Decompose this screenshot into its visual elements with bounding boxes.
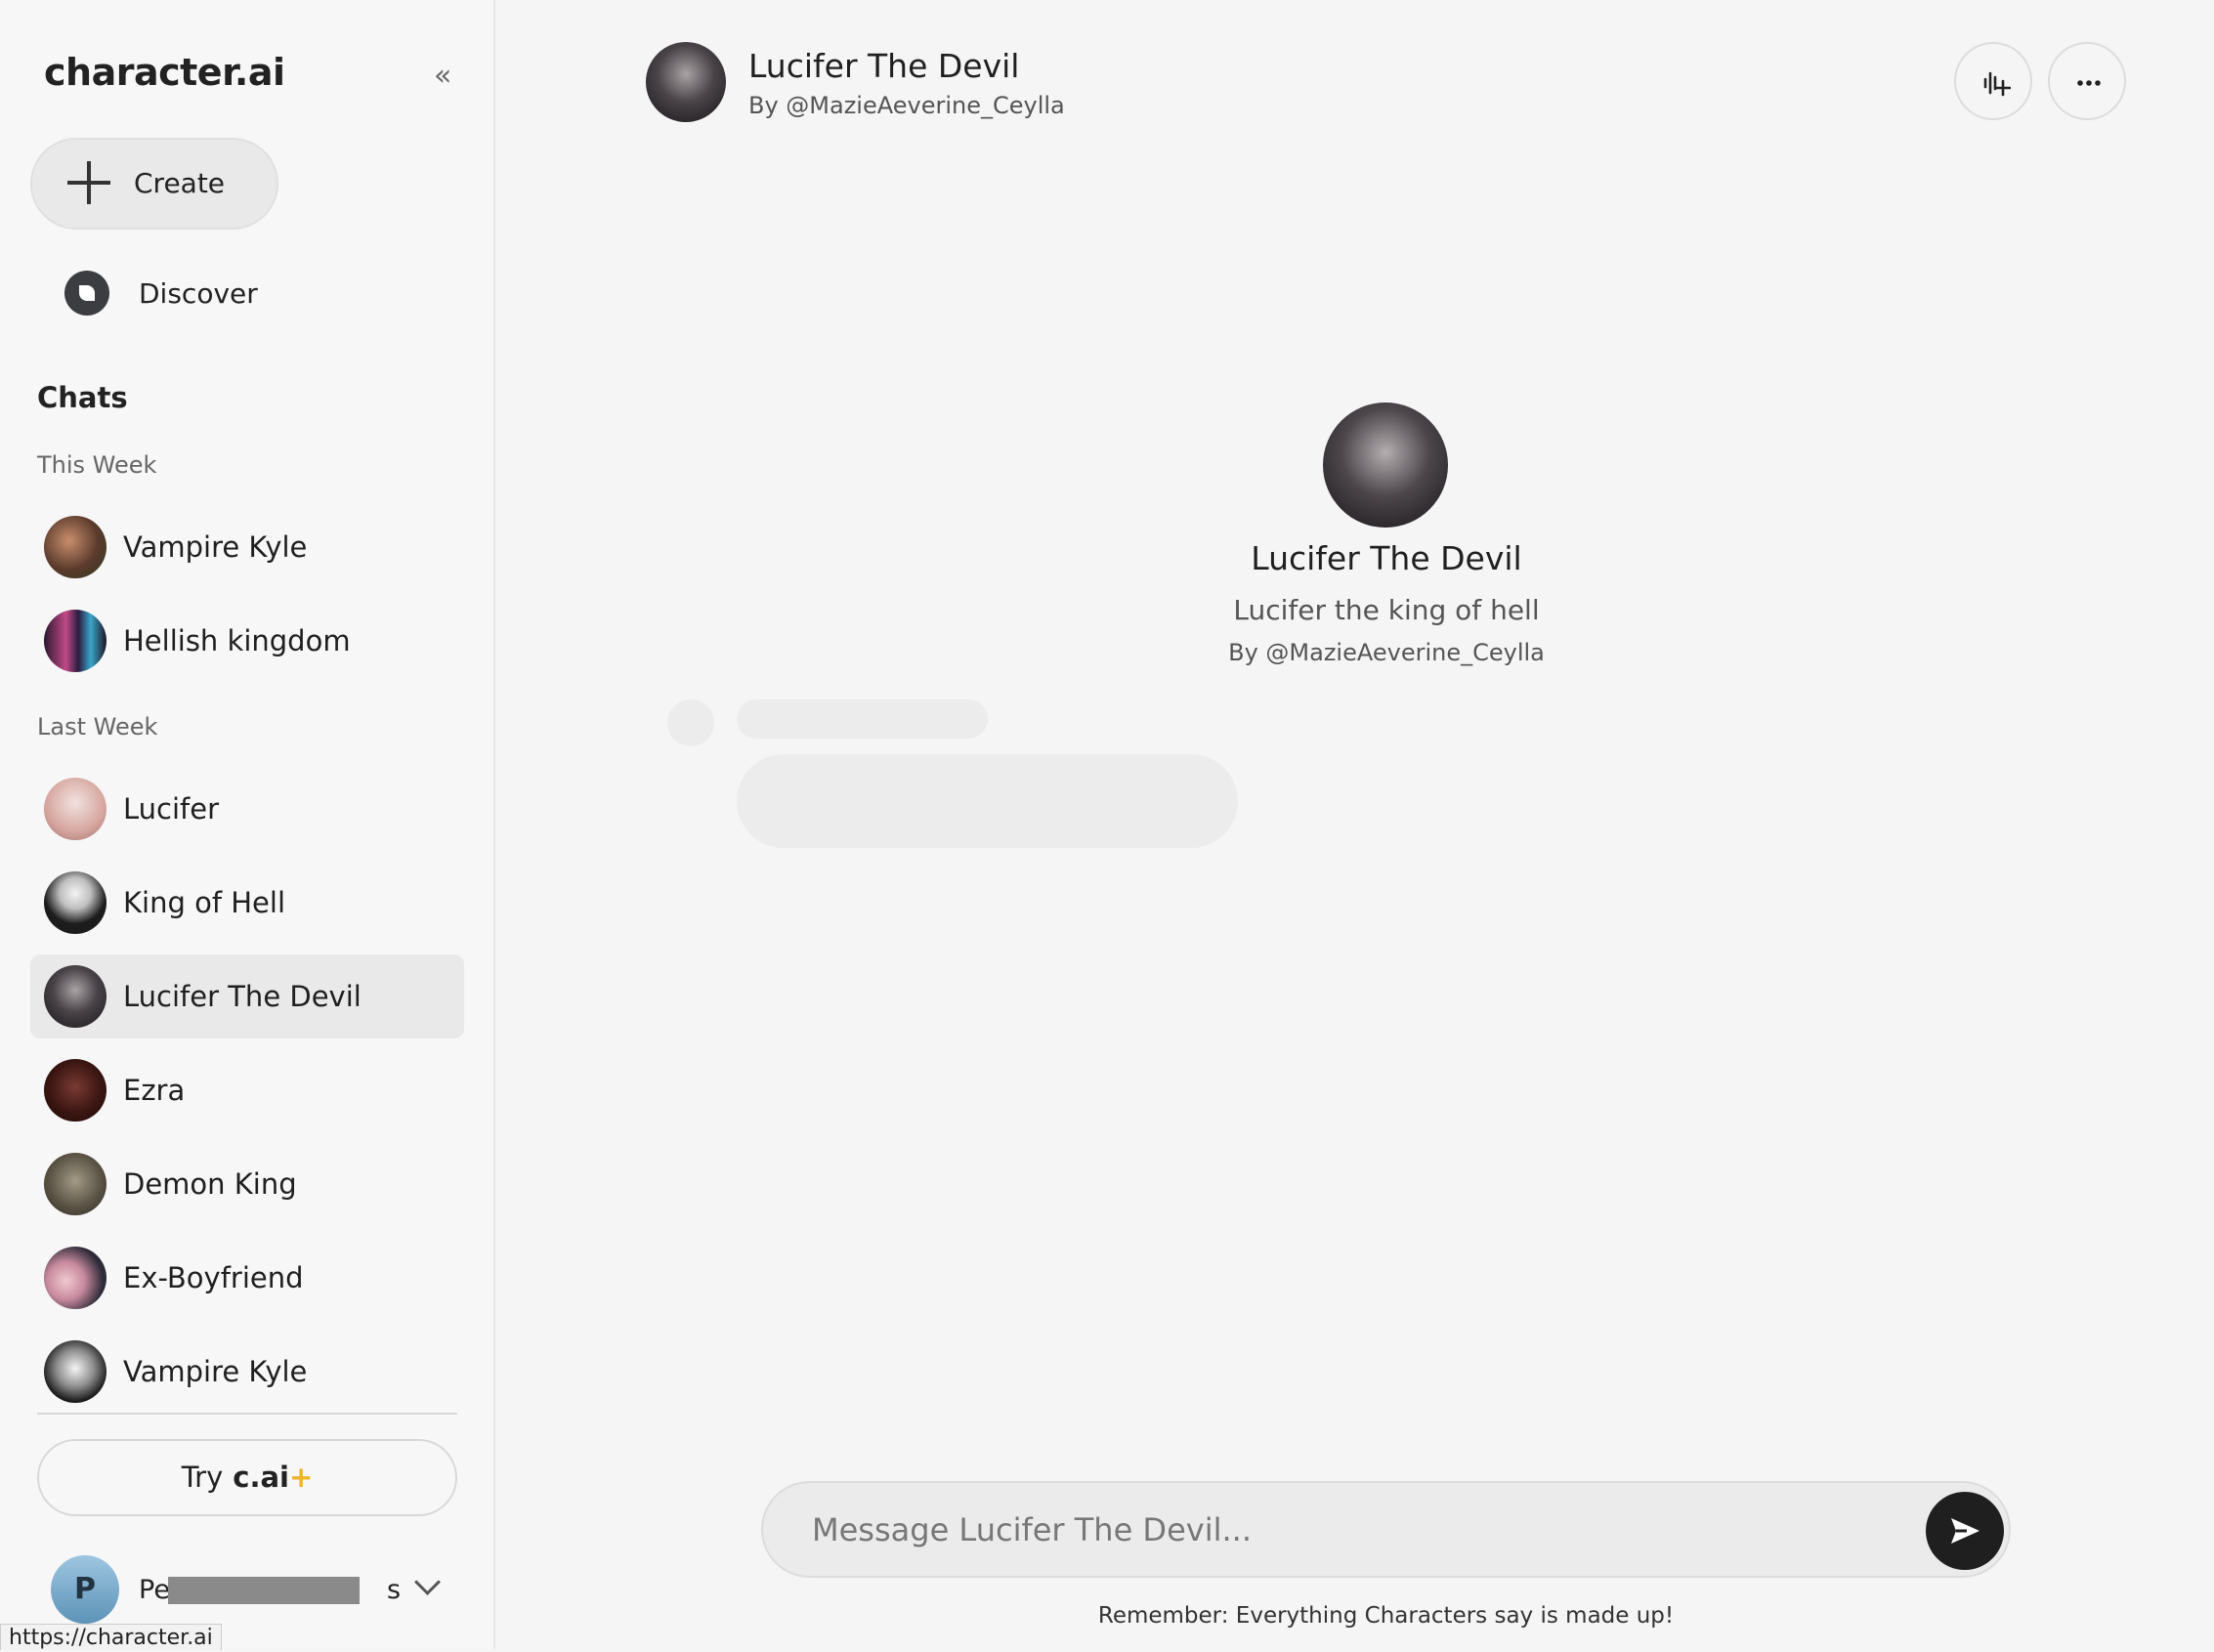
character-name: Lucifer The Devil (748, 47, 1020, 85)
create-button[interactable]: Create (30, 138, 278, 230)
discover-link[interactable]: Discover (64, 270, 436, 318)
avatar (44, 1059, 106, 1122)
profile-tagline: Lucifer the king of hell (1233, 594, 1540, 626)
plus-spark-icon: + (288, 1461, 314, 1494)
try-cai-plus-button[interactable]: Try c.ai+ (37, 1439, 457, 1516)
profile-name: Lucifer The Devil (1251, 539, 1522, 577)
chat-item-label: Hellish kingdom (123, 624, 351, 657)
chat-item-label: Vampire Kyle (123, 530, 308, 564)
avatar (44, 965, 106, 1028)
send-icon (1951, 1518, 1980, 1544)
avatar (44, 871, 106, 934)
chat-item-label: Lucifer The Devil (123, 980, 362, 1013)
chat-item-label: Ex-Boyfriend (123, 1261, 304, 1294)
profile-author[interactable]: By @MazieAeverine_Ceylla (977, 639, 1796, 666)
app-logo[interactable]: character.ai (44, 51, 285, 94)
url-tooltip: https://character.ai (0, 1624, 222, 1650)
loading-skeleton-bubble (737, 754, 1238, 848)
chat-item-label: Demon King (123, 1167, 297, 1201)
chat-item-lucifer[interactable]: Lucifer (30, 767, 464, 851)
chat-item-label: Vampire Kyle (123, 1355, 308, 1388)
chat-item-demon-king[interactable]: Demon King (30, 1142, 464, 1226)
voice-add-icon (1983, 71, 2011, 97)
disclaimer-text: Remember: Everything Characters say is m… (1097, 1603, 1675, 1629)
group-label-this-week: This Week (37, 451, 157, 479)
send-button[interactable] (1926, 1492, 2004, 1570)
chat-item-ex-boyfriend[interactable]: Ex-Boyfriend (30, 1236, 464, 1320)
discover-label: Discover (139, 277, 258, 310)
user-avatar: P (51, 1555, 119, 1624)
message-input[interactable] (810, 1504, 1889, 1555)
collapse-sidebar-icon[interactable]: « (434, 59, 451, 93)
character-profile-avatar (1323, 402, 1448, 528)
compass-icon (64, 271, 109, 316)
user-menu[interactable]: P Pe s (51, 1555, 451, 1624)
voice-button[interactable] (1954, 42, 2032, 120)
more-options-button[interactable] (2048, 42, 2126, 120)
chats-heading: Chats (37, 381, 128, 414)
chat-item-label: Ezra (123, 1074, 186, 1107)
group-label-last-week: Last Week (37, 713, 158, 741)
avatar (44, 610, 106, 672)
loading-skeleton-line (737, 699, 988, 739)
avatar (44, 778, 106, 840)
loading-skeleton-avatar (667, 699, 714, 746)
chat-item-vampire-kyle-2[interactable]: Vampire Kyle (30, 1330, 464, 1414)
chevron-down-icon[interactable] (414, 1569, 441, 1595)
chat-item-lucifer-the-devil[interactable]: Lucifer The Devil (30, 954, 464, 1038)
character-author[interactable]: By @MazieAeverine_Ceylla (748, 92, 1065, 119)
sidebar: character.ai « Create Discover Chats Thi… (0, 0, 495, 1649)
chat-item-hellish-kingdom[interactable]: Hellish kingdom (30, 599, 464, 683)
avatar (44, 1340, 106, 1403)
sidebar-divider (37, 1413, 457, 1415)
message-composer (761, 1481, 2011, 1578)
character-avatar[interactable] (646, 42, 726, 122)
plus-icon (67, 161, 110, 204)
avatar (44, 1153, 106, 1215)
cai-brand: c.ai (233, 1461, 289, 1494)
chat-item-label: King of Hell (123, 886, 286, 919)
try-label: Try (181, 1461, 224, 1494)
redacted-username (168, 1577, 360, 1604)
create-label: Create (134, 167, 226, 199)
avatar (44, 516, 106, 578)
chat-item-king-of-hell[interactable]: King of Hell (30, 861, 464, 945)
more-icon (2077, 80, 2101, 86)
chat-item-label: Lucifer (123, 792, 220, 826)
chat-item-vampire-kyle[interactable]: Vampire Kyle (30, 505, 464, 589)
chat-item-ezra[interactable]: Ezra (30, 1048, 464, 1132)
avatar (44, 1247, 106, 1309)
